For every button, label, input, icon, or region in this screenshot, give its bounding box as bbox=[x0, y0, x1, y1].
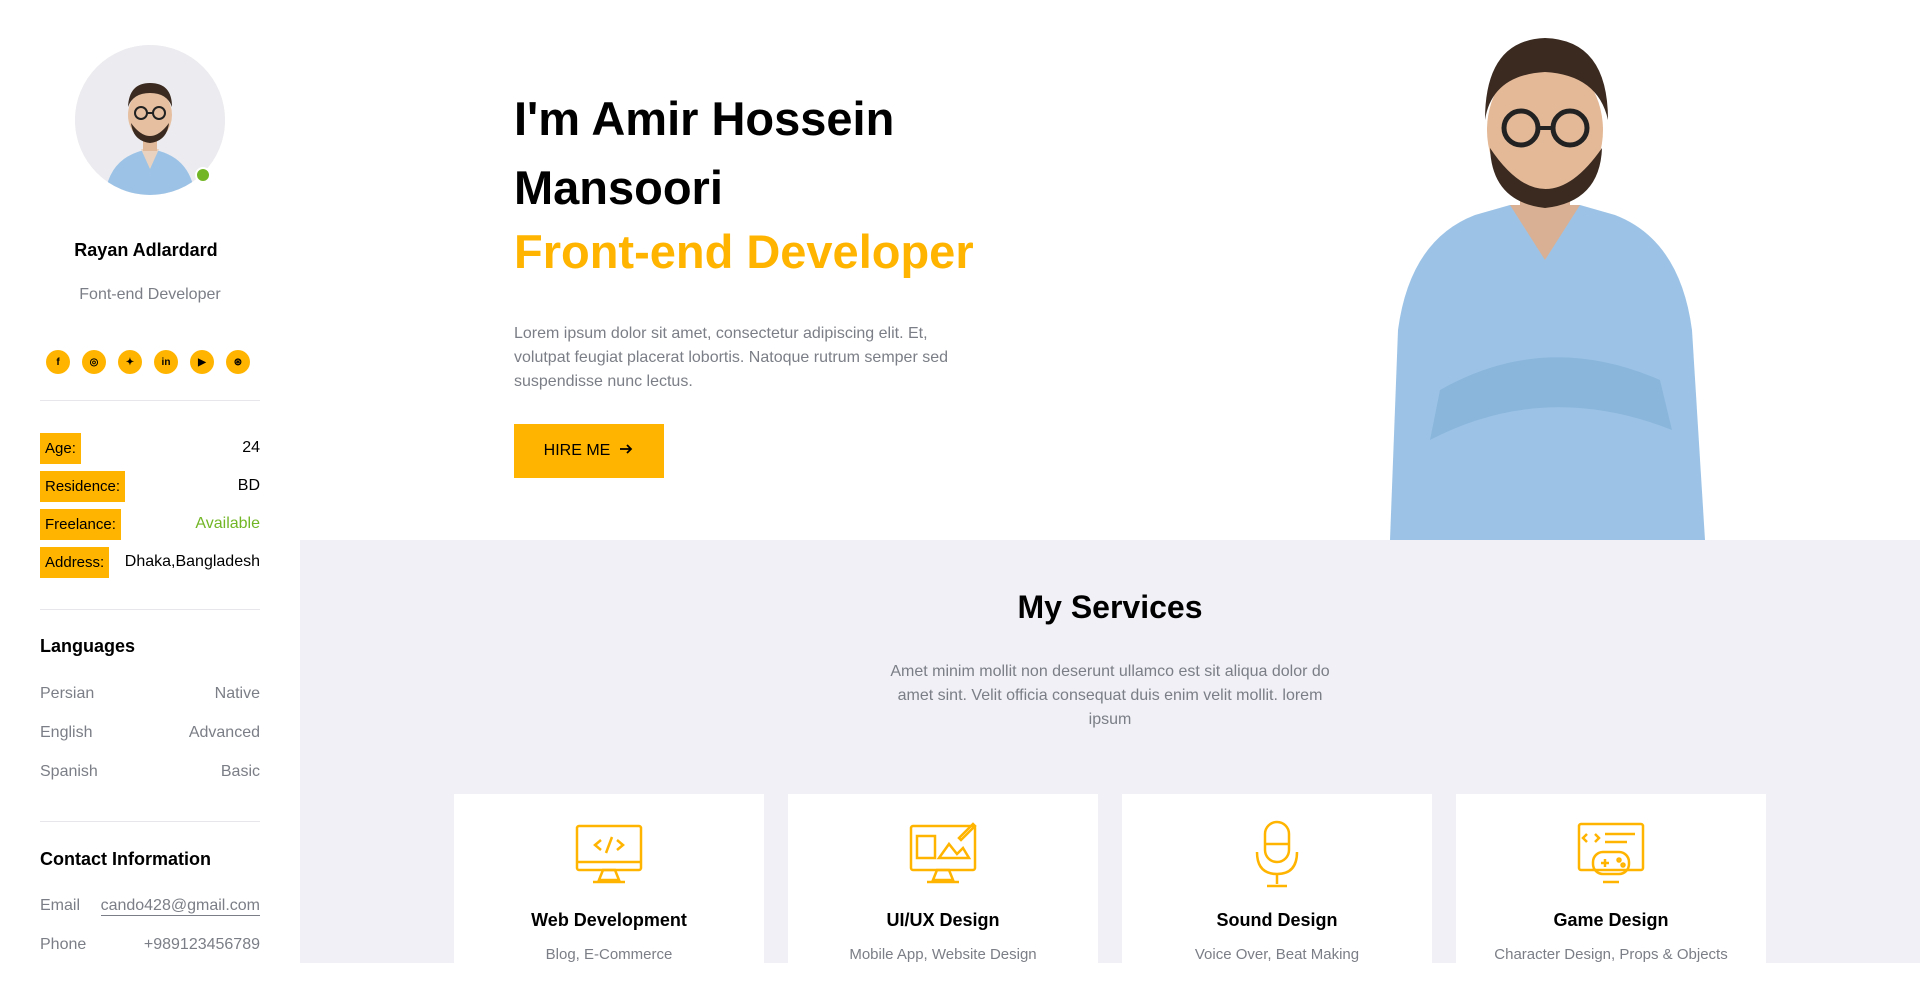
language-level: Advanced bbox=[188, 724, 260, 741]
language-row: Spanish Basic bbox=[40, 763, 260, 781]
hero-photo bbox=[1380, 30, 1710, 540]
sidebar: Rayan Adlardard Font-end Developer f ◎ ✦… bbox=[0, 0, 300, 963]
service-name: Web Development bbox=[531, 910, 687, 930]
divider bbox=[40, 609, 260, 610]
service-card-web-development[interactable]: Web Development Blog, E-Commerce bbox=[454, 794, 764, 994]
contact-label: Phone bbox=[40, 936, 87, 953]
services-section: My Services Amet minim mollit non deseru… bbox=[300, 540, 1920, 994]
language-name: Spanish bbox=[40, 763, 98, 780]
language-name: Persian bbox=[40, 685, 95, 702]
phone-value: +989123456789 bbox=[143, 936, 260, 953]
info-row-freelance: Freelance: Available bbox=[40, 508, 260, 540]
language-level: Native bbox=[214, 685, 260, 702]
divider bbox=[40, 821, 260, 822]
language-row: Persian Native bbox=[40, 685, 260, 703]
services-title: My Services bbox=[1017, 589, 1203, 625]
online-status-dot bbox=[195, 167, 211, 183]
info-value: 24 bbox=[242, 439, 260, 456]
hire-me-button[interactable]: HIRE ME bbox=[514, 424, 664, 478]
service-card-ui-ux-design[interactable]: UI/UX Design Mobile App, Website Design bbox=[788, 794, 1098, 994]
youtube-icon[interactable]: ▶ bbox=[190, 350, 214, 374]
dribbble-icon[interactable]: ⊛ bbox=[226, 350, 250, 374]
info-row-residence: Residence: BD bbox=[40, 470, 260, 502]
service-subtitle: Character Design, Props & Objects bbox=[1494, 946, 1728, 963]
service-card-game-design[interactable]: Game Design Character Design, Props & Ob… bbox=[1456, 794, 1766, 994]
service-subtitle: Voice Over, Beat Making bbox=[1194, 946, 1360, 963]
divider bbox=[40, 400, 260, 401]
arrow-right-icon bbox=[618, 441, 634, 462]
freelance-status: Available bbox=[195, 515, 260, 532]
hire-me-label: HIRE ME bbox=[543, 442, 611, 459]
languages-title: Languages bbox=[40, 636, 136, 656]
twitter-icon[interactable]: ✦ bbox=[118, 350, 142, 374]
info-row-address: Address: Dhaka,Bangladesh bbox=[40, 546, 260, 578]
email-link[interactable]: cando428@gmail.com bbox=[100, 897, 260, 916]
service-card-sound-design[interactable]: Sound Design Voice Over, Beat Making bbox=[1122, 794, 1432, 994]
hero-role: Front-end Developer bbox=[514, 225, 974, 278]
language-row: English Advanced bbox=[40, 724, 260, 742]
microphone-icon bbox=[1243, 820, 1311, 888]
language-name: English bbox=[40, 724, 93, 741]
social-links: f ◎ ✦ in ▶ ⊛ bbox=[46, 350, 250, 374]
hero-section: I'm Amir Hossein Mansoori Front-end Deve… bbox=[300, 0, 1920, 540]
info-label: Address: bbox=[40, 546, 110, 578]
info-label: Residence: bbox=[40, 470, 126, 502]
contact-row-email: Email cando428@gmail.com bbox=[40, 897, 260, 916]
services-description: Amet minim mollit non deserunt ullamco e… bbox=[890, 663, 1330, 728]
profile-role: Font-end Developer bbox=[79, 286, 221, 303]
contact-label: Email bbox=[40, 897, 81, 914]
info-label: Freelance: bbox=[40, 508, 121, 540]
info-label: Age: bbox=[40, 432, 81, 464]
monitor-code-icon bbox=[575, 820, 643, 888]
service-name: Sound Design bbox=[1216, 910, 1338, 930]
gamepad-monitor-icon bbox=[1577, 820, 1645, 888]
instagram-icon[interactable]: ◎ bbox=[82, 350, 106, 374]
info-row-age: Age: 24 bbox=[40, 432, 260, 464]
hero-description: Lorem ipsum dolor sit amet, consectetur … bbox=[514, 325, 949, 390]
avatar bbox=[75, 45, 225, 195]
info-value: Dhaka,Bangladesh bbox=[124, 553, 260, 570]
facebook-icon[interactable]: f bbox=[46, 350, 70, 374]
service-name: UI/UX Design bbox=[886, 910, 1000, 930]
language-level: Basic bbox=[220, 763, 260, 780]
linkedin-icon[interactable]: in bbox=[154, 350, 178, 374]
design-monitor-icon bbox=[909, 820, 977, 888]
contact-row-phone: Phone +989123456789 bbox=[40, 936, 260, 954]
service-subtitle: Blog, E-Commerce bbox=[545, 946, 673, 963]
contact-title: Contact Information bbox=[40, 849, 211, 869]
service-subtitle: Mobile App, Website Design bbox=[849, 946, 1037, 963]
info-value: BD bbox=[237, 477, 260, 494]
hero-heading: I'm Amir Hossein Mansoori bbox=[514, 92, 895, 214]
service-name: Game Design bbox=[1553, 910, 1669, 930]
profile-name: Rayan Adlardard bbox=[74, 240, 218, 260]
